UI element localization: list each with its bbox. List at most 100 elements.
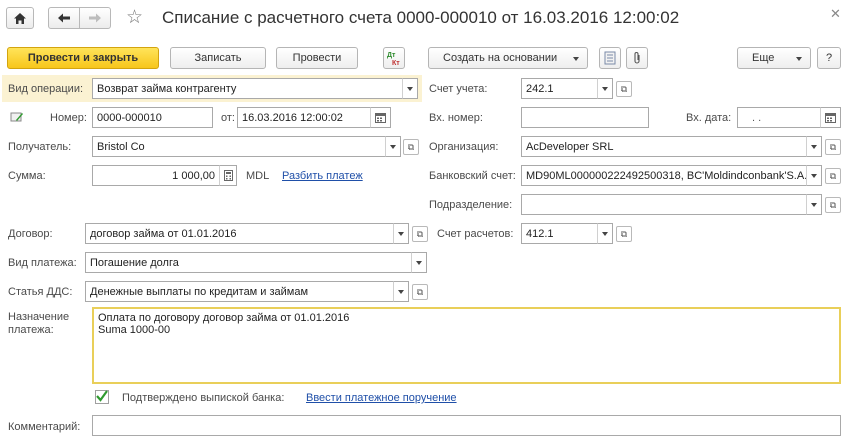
pencil-icon <box>10 112 23 122</box>
open-icon: ⧉ <box>416 286 424 297</box>
open-icon: ⧉ <box>407 141 415 152</box>
chevron-down-icon <box>398 231 404 236</box>
help-button[interactable]: ? <box>817 47 841 69</box>
amount-field[interactable]: 1 000,00 <box>92 165 220 186</box>
paperclip-icon <box>634 52 640 64</box>
operation-select[interactable]: Возврат займа контрагенту <box>92 78 403 99</box>
chevron-down-icon <box>398 289 404 294</box>
date-label: от: <box>221 112 235 124</box>
open-icon: ⧉ <box>416 228 424 239</box>
organization-field[interactable]: AcDeveloper SRL <box>521 136 807 157</box>
bank-confirmed-checkbox[interactable] <box>95 390 109 404</box>
forward-button[interactable] <box>79 7 111 29</box>
chevron-down-icon <box>811 144 817 149</box>
chevron-down-icon <box>811 202 817 207</box>
account-field[interactable]: 242.1 <box>521 78 598 99</box>
subdivision-dropdown[interactable] <box>806 194 822 215</box>
calendar-icon <box>375 112 386 123</box>
dds-article-open-button[interactable]: ⧉ <box>412 284 428 300</box>
settlement-account-dropdown[interactable] <box>597 223 613 244</box>
bank-account-label: Банковский счет: <box>429 170 516 182</box>
currency-label: MDL <box>246 170 270 182</box>
chevron-down-icon <box>602 231 608 236</box>
home-button[interactable] <box>6 7 34 29</box>
date-field[interactable]: 16.03.2016 12:00:02 <box>237 107 371 128</box>
operation-label: Вид операции: <box>8 83 84 95</box>
close-icon[interactable]: ✕ <box>830 6 841 22</box>
chevron-down-icon <box>602 86 608 91</box>
dt-kt-icon: Дт Кт <box>387 52 400 66</box>
post-button[interactable]: Провести <box>276 47 358 69</box>
recipient-field[interactable]: Bristol Co <box>92 136 386 157</box>
post-and-close-button[interactable]: Провести и закрыть <box>7 47 159 69</box>
operation-dropdown[interactable] <box>402 78 418 99</box>
bank-account-field[interactable]: MD90ML000000222492500318, BC'Moldindconb… <box>521 165 807 186</box>
recipient-label: Получатель: <box>8 141 72 153</box>
checkmark-icon <box>96 390 108 402</box>
chevron-down-icon <box>573 57 579 61</box>
recipient-open-button[interactable]: ⧉ <box>403 139 419 155</box>
open-icon: ⧉ <box>829 170 837 181</box>
open-icon: ⧉ <box>829 141 837 152</box>
dds-article-dropdown[interactable] <box>393 281 409 302</box>
organization-label: Организация: <box>429 141 499 153</box>
open-icon: ⧉ <box>620 228 628 239</box>
contract-field[interactable]: договор займа от 01.01.2016 <box>85 223 394 244</box>
purpose-label-line2: платежа: <box>8 324 54 336</box>
settlement-account-field[interactable]: 412.1 <box>521 223 598 244</box>
incoming-date-field[interactable]: . . <box>737 107 821 128</box>
star-icon[interactable]: ☆ <box>126 6 143 29</box>
forward-arrow-icon <box>89 13 101 23</box>
organization-open-button[interactable]: ⧉ <box>825 139 841 155</box>
enter-payment-order-link[interactable]: Ввести платежное поручение <box>306 392 457 404</box>
account-dropdown[interactable] <box>597 78 613 99</box>
recipient-dropdown[interactable] <box>385 136 401 157</box>
subdivision-open-button[interactable]: ⧉ <box>825 197 841 213</box>
subdivision-field[interactable] <box>521 194 807 215</box>
dt-kt-button[interactable]: Дт Кт <box>383 47 405 69</box>
chevron-down-icon <box>796 57 802 61</box>
calculator-button[interactable] <box>219 165 237 186</box>
comment-label: Комментарий: <box>8 421 81 433</box>
print-button[interactable] <box>599 47 621 69</box>
payment-type-dropdown[interactable] <box>411 252 427 273</box>
attach-button[interactable] <box>626 47 648 69</box>
account-open-button[interactable]: ⧉ <box>616 81 632 97</box>
calendar-icon <box>825 112 836 123</box>
contract-open-button[interactable]: ⧉ <box>412 226 428 242</box>
chevron-down-icon <box>416 260 422 265</box>
settlement-account-open-button[interactable]: ⧉ <box>616 226 632 242</box>
contract-dropdown[interactable] <box>393 223 409 244</box>
contract-label: Договор: <box>8 228 53 240</box>
calculator-icon <box>223 170 233 181</box>
back-button[interactable] <box>48 7 80 29</box>
home-icon <box>14 12 26 24</box>
svg-text:Дт: Дт <box>387 52 396 59</box>
settlement-account-label: Счет расчетов: <box>437 228 514 240</box>
dds-article-label: Статья ДДС: <box>8 286 73 298</box>
subdivision-label: Подразделение: <box>429 199 513 211</box>
create-based-on-button[interactable]: Создать на основании <box>428 47 588 69</box>
svg-text:Кт: Кт <box>392 60 400 66</box>
back-arrow-icon <box>58 13 70 23</box>
open-icon: ⧉ <box>829 199 837 210</box>
number-field[interactable]: 0000-000010 <box>92 107 213 128</box>
bank-account-open-button[interactable]: ⧉ <box>825 168 841 184</box>
bank-account-dropdown[interactable] <box>806 165 822 186</box>
more-button[interactable]: Еще <box>737 47 811 69</box>
organization-dropdown[interactable] <box>806 136 822 157</box>
payment-type-field[interactable]: Погашение долга <box>85 252 412 273</box>
create-based-on-label: Создать на основании <box>443 52 558 64</box>
more-label: Еще <box>752 52 775 64</box>
split-payment-link[interactable]: Разбить платеж <box>282 170 363 182</box>
dds-article-field[interactable]: Денежные выплаты по кредитам и займам <box>85 281 394 302</box>
incoming-number-field[interactable] <box>521 107 649 128</box>
bank-confirmed-label: Подтверждено выпиской банка: <box>122 392 285 404</box>
calendar-button[interactable] <box>370 107 391 128</box>
comment-field[interactable] <box>92 415 841 436</box>
purpose-textarea[interactable] <box>92 307 841 384</box>
number-label: Номер: <box>50 112 87 124</box>
write-button[interactable]: Записать <box>170 47 266 69</box>
amount-label: Сумма: <box>8 170 46 182</box>
incoming-date-calendar-button[interactable] <box>820 107 841 128</box>
